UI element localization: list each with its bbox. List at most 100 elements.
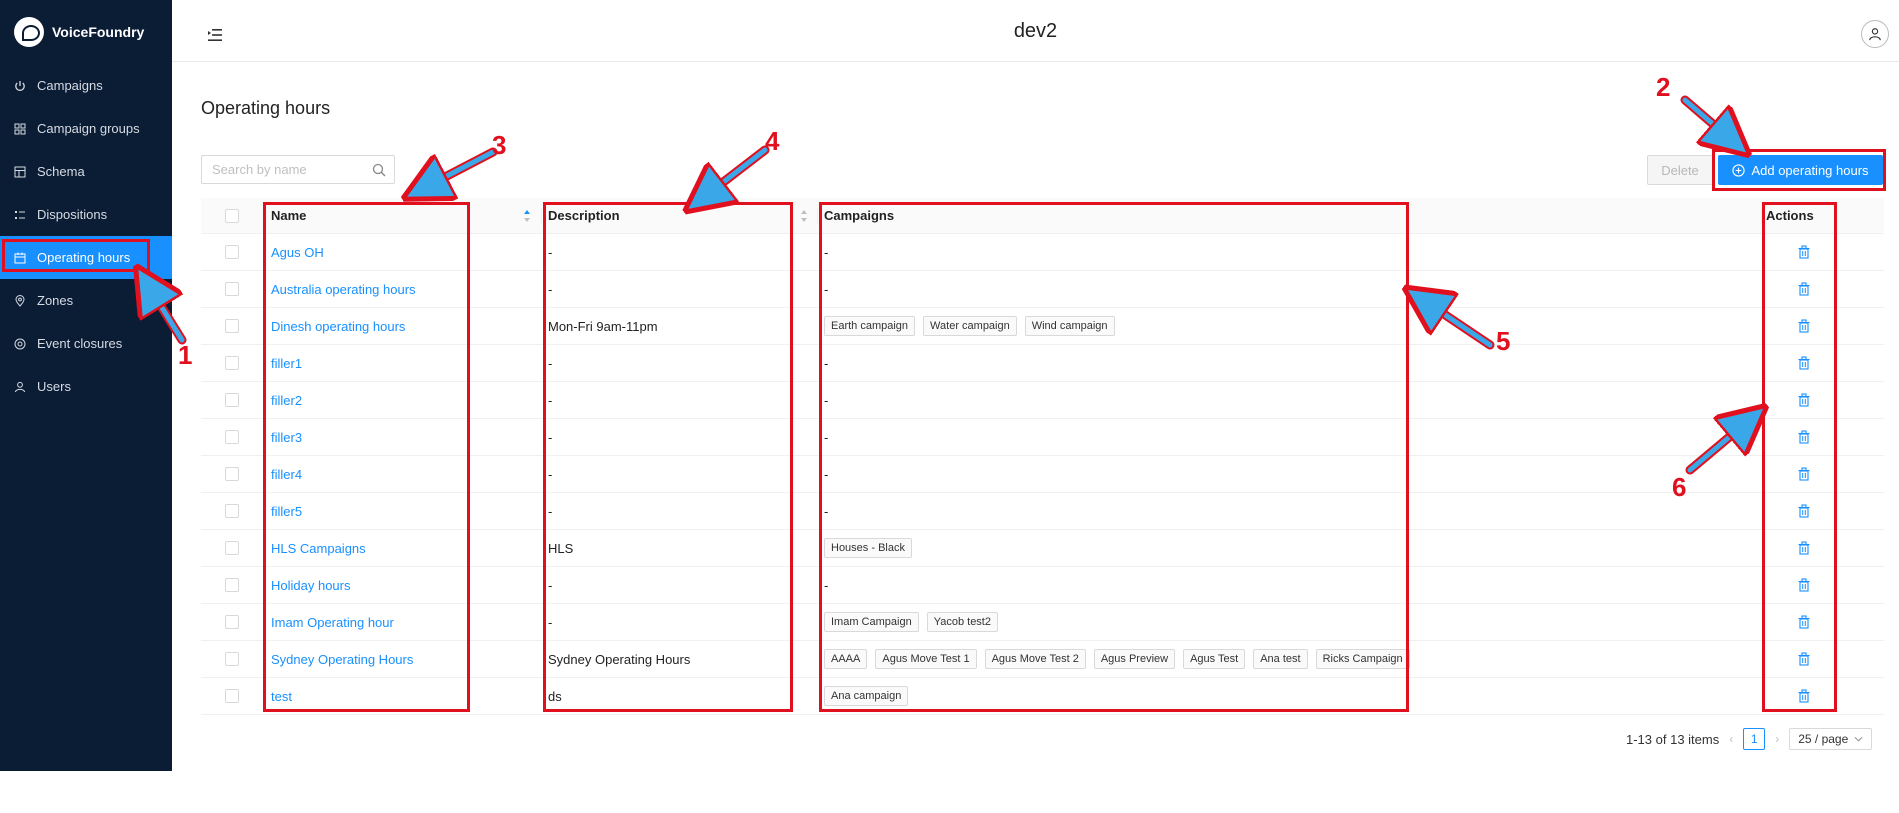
page-size-select[interactable]: 25 / page	[1789, 728, 1873, 750]
brand[interactable]: VoiceFoundry	[0, 0, 172, 64]
row-checkbox[interactable]	[225, 467, 239, 481]
sidebar-item-campaigns[interactable]: Campaigns	[0, 64, 172, 107]
campaign-tag: AAAA	[824, 649, 868, 669]
column-header-description-label: Description	[548, 208, 620, 223]
delete-icon[interactable]	[1797, 467, 1811, 481]
table-row: filler3 - -	[201, 419, 1884, 456]
delete-icon[interactable]	[1797, 430, 1811, 444]
row-checkbox[interactable]	[225, 578, 239, 592]
column-header-actions: Actions	[1766, 198, 1814, 233]
pagination: 1-13 of 13 items ‹ 1 › 25 / page	[1626, 728, 1873, 750]
sidebar-item-event-closures[interactable]: Event closures	[0, 322, 172, 365]
row-checkbox[interactable]	[225, 541, 239, 555]
row-checkbox[interactable]	[225, 356, 239, 370]
row-checkbox[interactable]	[225, 504, 239, 518]
sidebar-item-label: Schema	[37, 164, 85, 179]
delete-icon[interactable]	[1797, 245, 1811, 259]
description-text: -	[548, 244, 553, 260]
delete-icon[interactable]	[1797, 282, 1811, 296]
delete-icon[interactable]	[1797, 578, 1811, 592]
operating-hours-name-link[interactable]: Australia operating hours	[271, 282, 416, 297]
table-header: Name Description Campaigns Actions	[201, 198, 1884, 234]
next-page-icon[interactable]: ›	[1775, 732, 1779, 746]
operating-hours-name-link[interactable]: HLS Campaigns	[271, 541, 366, 556]
operating-hours-name-link[interactable]: Holiday hours	[271, 578, 351, 593]
campaigns-empty: -	[824, 392, 829, 408]
delete-button[interactable]: Delete	[1647, 155, 1713, 185]
row-checkbox[interactable]	[225, 430, 239, 444]
row-checkbox[interactable]	[225, 245, 239, 259]
pagination-summary: 1-13 of 13 items	[1626, 731, 1720, 747]
sort-icon[interactable]	[523, 209, 531, 223]
table-row: Australia operating hours - -	[201, 271, 1884, 308]
operating-hours-name-link[interactable]: filler5	[271, 504, 302, 519]
delete-icon[interactable]	[1797, 652, 1811, 666]
table-row: filler1 - -	[201, 345, 1884, 382]
sidebar-nav: Campaigns Campaign groups Schema Dispositio…	[0, 64, 172, 408]
operating-hours-name-link[interactable]: filler2	[271, 393, 302, 408]
table-row: Agus OH - -	[201, 234, 1884, 271]
delete-icon[interactable]	[1797, 541, 1811, 555]
sort-icon[interactable]	[800, 209, 808, 223]
row-checkbox[interactable]	[225, 393, 239, 407]
sidebar-item-zones[interactable]: Zones	[0, 279, 172, 322]
delete-icon[interactable]	[1797, 689, 1811, 703]
description-text: Mon-Fri 9am-11pm	[548, 318, 658, 334]
voicefoundry-logo-icon	[14, 17, 44, 47]
add-operating-hours-button[interactable]: Add operating hours	[1718, 155, 1883, 185]
campaign-tag: Yacob test2	[926, 612, 998, 632]
campaign-tag: Ricks Campaign	[1315, 649, 1410, 669]
operating-hours-name-link[interactable]: Agus OH	[271, 245, 324, 260]
top-header: dev2	[172, 0, 1899, 62]
plus-circle-icon	[1732, 163, 1746, 177]
description-text: -	[548, 355, 553, 371]
prev-page-icon[interactable]: ‹	[1729, 732, 1733, 746]
location-icon	[14, 294, 26, 307]
table-icon	[14, 166, 26, 178]
operating-hours-name-link[interactable]: filler3	[271, 430, 302, 445]
delete-icon[interactable]	[1797, 356, 1811, 370]
page-number-button[interactable]: 1	[1743, 728, 1766, 750]
operating-hours-name-link[interactable]: filler1	[271, 356, 302, 371]
table-row: HLS Campaigns HLS Houses - Black	[201, 530, 1884, 567]
delete-icon[interactable]	[1797, 319, 1811, 333]
sidebar-item-dispositions[interactable]: Dispositions	[0, 193, 172, 236]
row-checkbox[interactable]	[225, 652, 239, 666]
chevron-down-icon	[1854, 736, 1863, 742]
delete-icon[interactable]	[1797, 504, 1811, 518]
target-icon	[14, 338, 26, 350]
operating-hours-name-link[interactable]: test	[271, 689, 292, 704]
table-row: Imam Operating hour - Imam Campaign Yacob t…	[201, 604, 1884, 641]
sidebar-item-operating-hours[interactable]: Operating hours	[0, 236, 172, 279]
delete-icon[interactable]	[1797, 393, 1811, 407]
description-text: Sydney Operating Hours	[548, 651, 691, 667]
annotation-label-3: 3	[492, 130, 507, 160]
row-checkbox[interactable]	[225, 689, 239, 703]
row-checkbox[interactable]	[225, 319, 239, 333]
operating-hours-name-link[interactable]: Imam Operating hour	[271, 615, 394, 630]
sidebar-item-users[interactable]: Users	[0, 365, 172, 408]
column-header-name[interactable]: Name	[271, 198, 531, 233]
table-row: test ds Ana campaign	[201, 678, 1884, 715]
brand-name: VoiceFoundry	[52, 24, 145, 40]
campaigns-cell: -	[824, 345, 1824, 381]
operating-hours-table: Name Description Campaigns Actions Agus …	[201, 198, 1884, 715]
row-checkbox[interactable]	[225, 282, 239, 296]
sidebar-item-schema[interactable]: Schema	[0, 150, 172, 193]
select-all-checkbox[interactable]	[225, 208, 239, 223]
table-row: Holiday hours - -	[201, 567, 1884, 604]
operating-hours-name-link[interactable]: Dinesh operating hours	[271, 319, 405, 334]
campaigns-empty: -	[824, 466, 829, 482]
column-header-description[interactable]: Description	[548, 198, 808, 233]
campaign-tag: Ana test	[1253, 649, 1308, 669]
user-account-button[interactable]	[1861, 20, 1889, 48]
column-header-campaigns: Campaigns	[824, 198, 1824, 233]
row-checkbox[interactable]	[225, 615, 239, 629]
search-icon[interactable]	[372, 163, 386, 177]
sidebar-item-campaign-groups[interactable]: Campaign groups	[0, 107, 172, 150]
description-text: -	[548, 281, 553, 297]
operating-hours-name-link[interactable]: Sydney Operating Hours	[271, 652, 413, 667]
search-input[interactable]	[202, 157, 362, 182]
delete-icon[interactable]	[1797, 615, 1811, 629]
operating-hours-name-link[interactable]: filler4	[271, 467, 302, 482]
